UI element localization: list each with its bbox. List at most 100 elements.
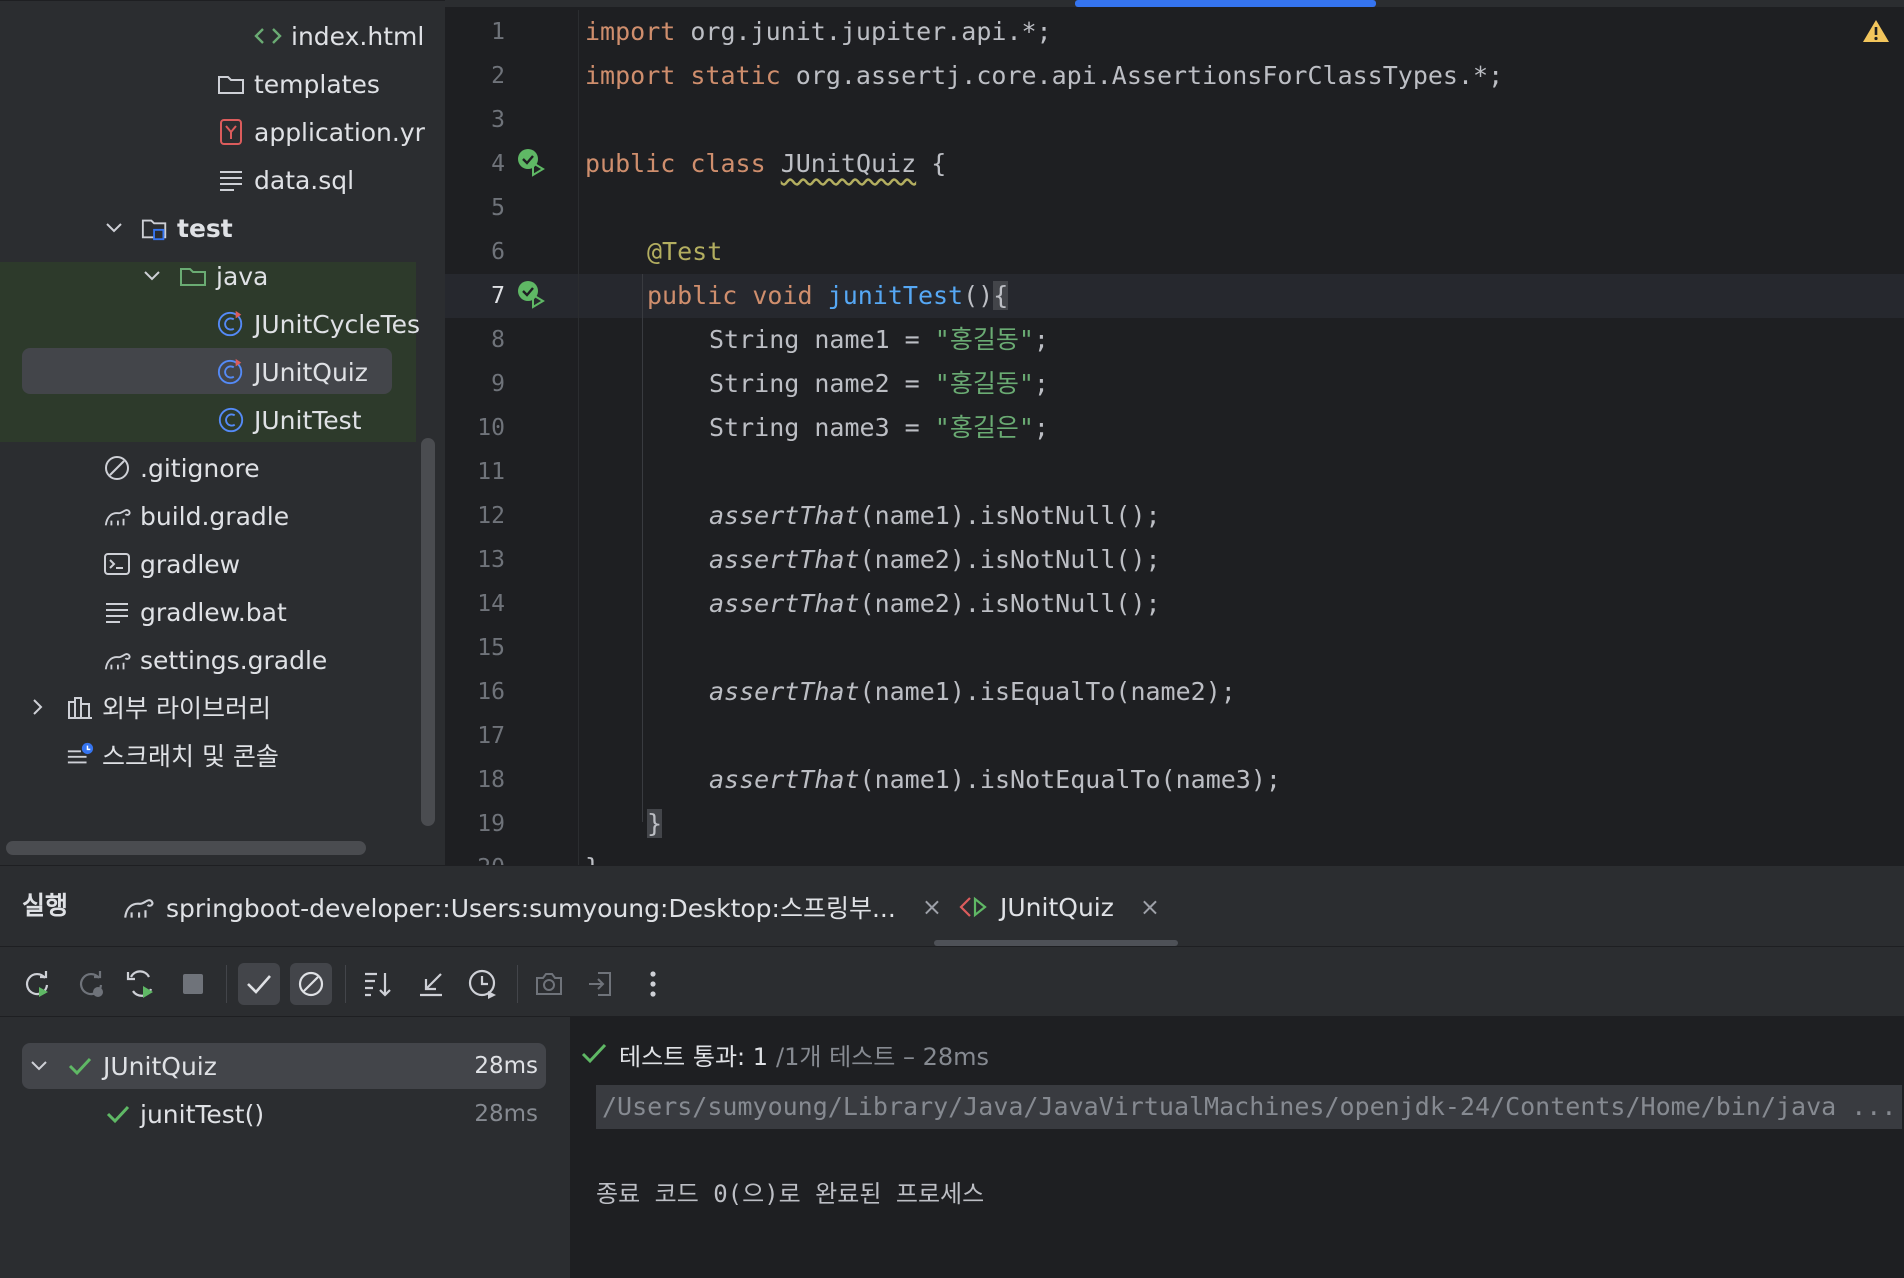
line-number: 20 xyxy=(445,846,505,865)
code-line-6: @Test xyxy=(647,230,722,274)
code-token: (name1).isNotEqualTo(name3); xyxy=(859,765,1281,794)
console-output[interactable]: 테스트 통과: 1 /1개 테스트 – 28ms /Users/sumyoung… xyxy=(571,1017,1904,1278)
code-line-2: import static org.assertj.core.api.Asser… xyxy=(585,54,1503,98)
tree-item-label: templates xyxy=(254,69,380,99)
line-number: 3 xyxy=(491,107,505,133)
toolbar-separator xyxy=(226,965,227,1003)
indent-guide xyxy=(642,274,643,822)
chevron-down-icon[interactable] xyxy=(104,218,124,238)
warning-icon[interactable] xyxy=(1862,18,1890,44)
test-name: JUnitQuiz xyxy=(103,1051,217,1081)
code-line-12: assertThat(name1).isNotNull(); xyxy=(709,494,1161,538)
line-number: 1 xyxy=(491,19,505,45)
annotation-token: @Test xyxy=(647,237,723,266)
tree-item-label: test xyxy=(177,213,233,243)
pass-check-icon xyxy=(581,1043,607,1064)
class-name-token[interactable]: JUnitQuiz xyxy=(781,149,916,178)
sort-icon[interactable] xyxy=(358,963,400,1005)
horizontal-scrollbar[interactable] xyxy=(6,841,366,855)
run-test-gutter-icon[interactable] xyxy=(516,147,546,177)
code-editor[interactable]: 1 2 3 4 5 6 7 8 9 10 11 12 13 14 15 16 1… xyxy=(445,0,1904,865)
gradle-icon xyxy=(124,899,154,918)
stop-icon[interactable] xyxy=(172,963,214,1005)
collapse-icon[interactable] xyxy=(410,963,452,1005)
library-icon xyxy=(66,693,94,721)
panel-top-border xyxy=(0,0,445,8)
console-exit-message: 종료 코드 0(으)로 완료된 프로세스 xyxy=(596,1180,985,1208)
console-command-line[interactable]: /Users/sumyoung/Library/Java/JavaVirtual… xyxy=(596,1085,1903,1129)
scratches-icon xyxy=(66,741,94,769)
show-ignored-icon[interactable] xyxy=(290,963,332,1005)
code-token: import static xyxy=(585,61,781,90)
tab-gradle-run[interactable]: springboot-developer::Users:sumyoung:Des… xyxy=(122,877,942,937)
line-number: 9 xyxy=(491,371,505,397)
code-token: ; xyxy=(1033,325,1049,354)
code-line-9: String name2 = "홍길동"; xyxy=(709,362,1049,406)
show-passed-icon[interactable] xyxy=(238,963,280,1005)
string-token: "홍길은" xyxy=(934,413,1034,442)
test-node-junitquiz[interactable]: JUnitQuiz 28ms xyxy=(22,1043,538,1089)
tree-item-label: gradlew.bat xyxy=(140,597,287,627)
run-test-gutter-icon[interactable] xyxy=(516,279,546,309)
rerun-failed-icon[interactable] xyxy=(70,963,112,1005)
more-icon[interactable] xyxy=(632,963,674,1005)
gutter-separator xyxy=(578,10,579,865)
status-summary-text: /1개 테스트 – 28ms xyxy=(776,1042,989,1071)
method-call-token: assertThat xyxy=(709,545,860,574)
folder-icon xyxy=(217,70,245,98)
text-file-icon xyxy=(217,166,245,194)
ignore-file-icon xyxy=(103,454,131,482)
code-token: (name2).isNotNull(); xyxy=(859,589,1161,618)
chevron-down-icon[interactable] xyxy=(30,1060,48,1072)
tree-item-label: application.yr xyxy=(254,117,425,147)
java-test-class-icon xyxy=(217,310,245,338)
code-line-14: assertThat(name2).isNotNull(); xyxy=(709,582,1161,626)
method-call-token: assertThat xyxy=(709,677,860,706)
run-panel-title: 실행 xyxy=(22,891,69,920)
toolbar-separator xyxy=(517,965,518,1003)
code-token: ; xyxy=(1033,413,1049,442)
line-number: 5 xyxy=(491,195,505,221)
test-results-tree: JUnitQuiz 28ms junitTest() 28ms xyxy=(0,1017,570,1278)
tree-item-label: JUnitCycleTes xyxy=(254,309,421,339)
project-tree-panel: index.html templates application.yr data… xyxy=(0,0,445,865)
close-icon[interactable]: × xyxy=(1140,893,1160,921)
code-line-19: } xyxy=(647,802,663,846)
line-number: 2 xyxy=(491,63,505,89)
pass-check-icon xyxy=(106,1105,130,1124)
code-token: org.junit.jupiter.api.*; xyxy=(675,17,1052,46)
line-number: 14 xyxy=(477,591,505,617)
status-passed-text: 테스트 통과: 1 xyxy=(619,1042,769,1071)
chevron-down-icon[interactable] xyxy=(142,266,162,286)
chevron-right-icon[interactable] xyxy=(28,697,48,717)
code-token: String name1 = xyxy=(709,325,935,354)
method-name-token: junitTest xyxy=(827,281,964,310)
code-token: (name1).isNotNull(); xyxy=(859,501,1161,530)
code-token: public void xyxy=(647,281,813,310)
method-call-token: assertThat xyxy=(709,501,860,530)
toolbar-separator xyxy=(345,965,346,1003)
test-status-line: 테스트 통과: 1 /1개 테스트 – 28ms xyxy=(581,1035,989,1073)
history-icon[interactable] xyxy=(462,963,504,1005)
string-token: "홍길동" xyxy=(934,325,1034,354)
tree-item-label: java xyxy=(216,261,269,291)
close-icon[interactable]: × xyxy=(922,893,942,921)
code-line-7: public void junitTest(){ xyxy=(647,274,1009,318)
test-node-junittest[interactable]: junitTest() 28ms xyxy=(22,1091,538,1137)
vertical-scrollbar[interactable] xyxy=(421,438,435,826)
export-icon[interactable] xyxy=(580,963,622,1005)
tab-label: JUnitQuiz xyxy=(1000,892,1114,922)
tree-item-label: index.html xyxy=(291,21,425,51)
yaml-file-icon xyxy=(217,118,245,146)
text-file-icon xyxy=(103,598,131,626)
code-token: String name3 = xyxy=(709,413,935,442)
gradle-icon xyxy=(103,502,131,530)
toggle-auto-test-icon[interactable] xyxy=(120,963,162,1005)
code-line-16: assertThat(name1).isEqualTo(name2); xyxy=(709,670,1236,714)
screenshot-icon[interactable] xyxy=(528,963,570,1005)
rerun-icon[interactable] xyxy=(16,963,58,1005)
code-token: (name2).isNotNull(); xyxy=(859,545,1161,574)
method-call-token: assertThat xyxy=(709,589,860,618)
tab-junitquiz[interactable]: JUnitQuiz × xyxy=(958,877,1160,937)
